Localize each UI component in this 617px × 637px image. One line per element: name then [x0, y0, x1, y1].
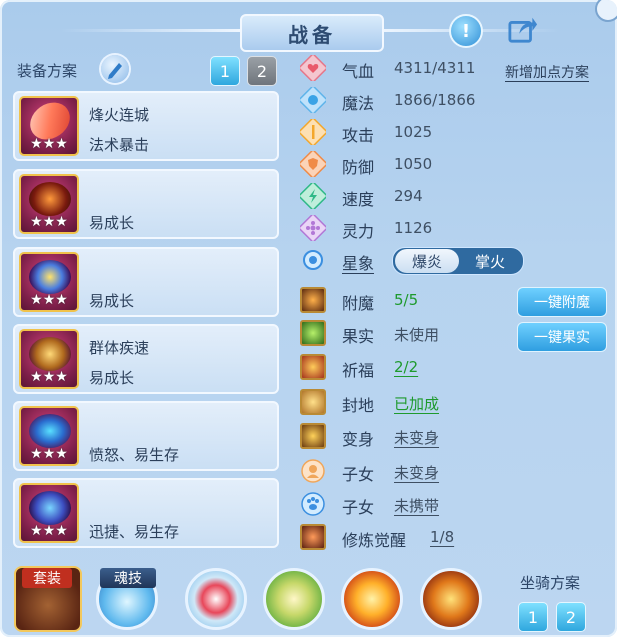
fruit-all-button[interactable]: 一键果实 — [517, 322, 607, 352]
stat-value: 294 — [394, 187, 423, 205]
fief-icon — [300, 389, 326, 415]
extra-value[interactable]: 未变身 — [394, 462, 439, 483]
skill-slot-1[interactable] — [185, 568, 247, 630]
extra-label: 封地 — [342, 396, 375, 415]
equip-effect: 易成长 — [89, 369, 135, 387]
extra-value[interactable]: 未变身 — [394, 427, 439, 448]
helmet-icon: ★★★ — [19, 174, 79, 234]
star-rating: ★★★ — [30, 446, 68, 462]
star-rating: ★★★ — [30, 369, 68, 385]
enchant-icon — [300, 287, 326, 313]
star-rating: ★★★ — [30, 292, 68, 308]
blessing-icon — [300, 354, 326, 380]
extra-value: 未使用 — [394, 326, 440, 344]
equip-slot-necklace[interactable]: ★★★ 易成长 — [13, 247, 279, 317]
stat-value: 1866/1866 — [394, 91, 476, 109]
spirit-icon — [300, 215, 326, 241]
star-rating: ★★★ — [30, 523, 68, 539]
star-sign-icon — [303, 250, 323, 270]
stat-label: 攻击 — [342, 126, 375, 145]
cultivation-icon — [300, 524, 326, 550]
equip-effect: 易成长 — [89, 214, 135, 232]
necklace-icon: ★★★ — [19, 252, 79, 312]
share-icon — [508, 17, 538, 43]
child-icon — [301, 459, 325, 483]
extra-label: 果实 — [342, 327, 375, 346]
star-sign-toggle[interactable]: 爆炎 掌火 — [392, 247, 524, 275]
stat-value: 1050 — [394, 155, 433, 173]
star-sign-label[interactable]: 星象 — [342, 250, 374, 274]
star-sign-option[interactable]: 掌火 — [459, 249, 521, 273]
exclamation-icon: ! — [461, 20, 471, 42]
equip-name: 群体疾速 — [89, 339, 150, 357]
shield-icon — [300, 151, 326, 177]
lightning-icon — [300, 183, 326, 209]
stat-label: 魔法 — [342, 94, 375, 113]
edit-scheme-button[interactable] — [101, 55, 129, 83]
boots-icon: ★★★ — [19, 483, 79, 543]
equip-name: 烽火连城 — [89, 106, 150, 124]
star-rating: ★★★ — [30, 214, 68, 230]
chain-icon: ★★★ — [19, 329, 79, 389]
stat-value: 4311/4311 — [394, 59, 476, 77]
equipment-panel: 战备 ! 装备方案 1 2 ★★★ 烽火连城 法术暴击 ★★★ 易成长 ★★★ … — [0, 0, 617, 637]
heart-icon — [300, 55, 326, 81]
extra-label: 修炼觉醒 — [342, 531, 407, 550]
close-button[interactable] — [595, 0, 617, 22]
stat-value: 1126 — [394, 219, 433, 237]
suit-label: 套装 — [22, 568, 72, 588]
equip-slot-boots[interactable]: ★★★ 迅捷、易生存 — [13, 478, 279, 548]
equip-effect: 迅捷、易生存 — [89, 523, 180, 541]
mana-icon — [300, 87, 326, 113]
extra-value[interactable]: 未携带 — [394, 495, 439, 516]
star-sign-option-selected[interactable]: 爆炎 — [395, 249, 459, 273]
weapon-icon: ★★★ — [19, 96, 79, 156]
skill-slot-4[interactable] — [420, 568, 482, 630]
mount-scheme-label: 坐骑方案 — [520, 574, 581, 592]
belt-icon: ★★★ — [19, 406, 79, 466]
equip-slot-belt[interactable]: ★★★ 愤怒、易生存 — [13, 401, 279, 471]
title-decoration-left — [60, 29, 240, 32]
stat-label: 速度 — [342, 190, 375, 209]
extra-label: 子女 — [342, 498, 375, 517]
paw-icon — [301, 492, 325, 516]
mount-scheme-2-button[interactable]: 2 — [556, 602, 586, 632]
extra-label: 祈福 — [342, 361, 375, 380]
extra-value[interactable]: 2/2 — [394, 358, 418, 376]
enchant-all-button[interactable]: 一键附魔 — [517, 287, 607, 317]
stat-label: 灵力 — [342, 222, 375, 241]
equip-effect: 法术暴击 — [89, 136, 150, 154]
add-point-scheme-link[interactable]: 新增加点方案 — [505, 62, 589, 82]
share-button[interactable] — [508, 14, 538, 44]
extra-value: 5/5 — [394, 291, 419, 309]
equip-effect: 易成长 — [89, 292, 135, 310]
mount-scheme-1-button[interactable]: 1 — [518, 602, 548, 632]
stat-value: 1025 — [394, 123, 433, 141]
equip-scheme-1-button[interactable]: 1 — [210, 56, 240, 86]
fruit-icon — [300, 320, 326, 346]
extra-label: 附魔 — [342, 294, 375, 313]
skill-slot-2[interactable] — [263, 568, 325, 630]
stat-label: 气血 — [342, 62, 375, 81]
equip-slot-weapon[interactable]: ★★★ 烽火连城 法术暴击 — [13, 91, 279, 161]
equip-scheme-label: 装备方案 — [17, 62, 78, 80]
soul-skill-label: 魂技 — [100, 568, 156, 588]
transform-icon — [300, 423, 326, 449]
extra-value[interactable]: 1/8 — [430, 528, 454, 546]
sword-icon — [300, 119, 326, 145]
stat-label: 防御 — [342, 158, 375, 177]
equip-effect: 愤怒、易生存 — [89, 446, 180, 464]
extra-label: 子女 — [342, 465, 375, 484]
skill-slot-3[interactable] — [341, 568, 403, 630]
equip-slot-helmet[interactable]: ★★★ 易成长 — [13, 169, 279, 239]
equip-scheme-2-button[interactable]: 2 — [247, 56, 277, 86]
extra-label: 变身 — [342, 430, 375, 449]
page-title: 战备 — [240, 14, 384, 52]
info-button[interactable]: ! — [449, 14, 483, 48]
pencil-icon — [108, 63, 122, 79]
extra-value[interactable]: 已加成 — [394, 393, 439, 414]
star-rating: ★★★ — [30, 136, 68, 152]
equip-slot-accessory[interactable]: ★★★ 群体疾速 易成长 — [13, 324, 279, 394]
